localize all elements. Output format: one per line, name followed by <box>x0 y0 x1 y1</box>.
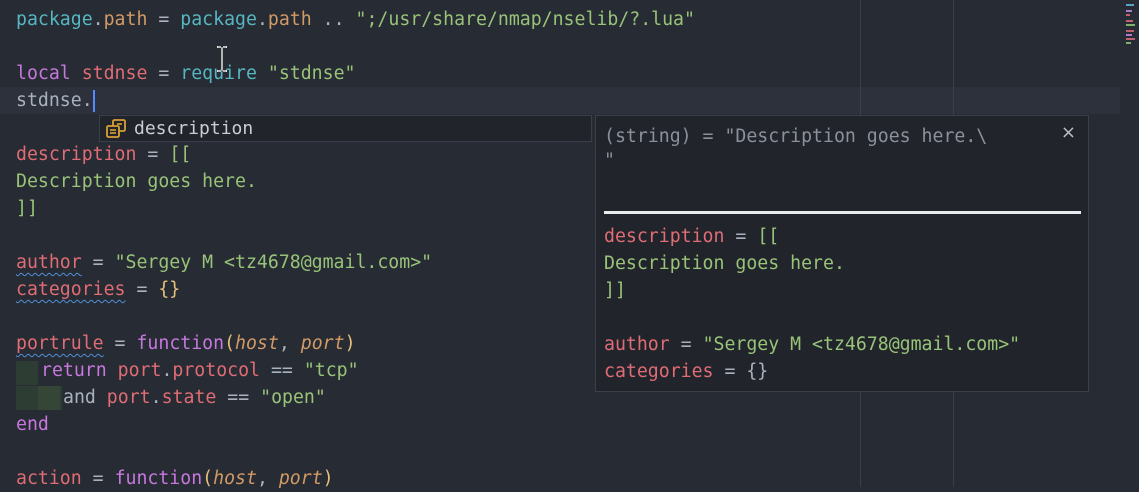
token: . <box>150 387 162 408</box>
token: port <box>106 360 162 381</box>
token: == <box>216 387 261 408</box>
token: . <box>256 9 268 30</box>
token: .. <box>311 9 356 30</box>
token: = <box>103 333 137 354</box>
token: [[ <box>169 144 192 165</box>
token: {} <box>746 361 769 382</box>
token: . <box>161 360 173 381</box>
token: ]] <box>16 198 38 219</box>
token: host <box>235 333 279 354</box>
token: stdnse <box>16 90 82 111</box>
token: "tcp" <box>303 360 359 381</box>
token: package <box>180 9 257 30</box>
doc-signature: (string) = "Description goes here.\ <box>604 126 988 147</box>
token: [[ <box>757 226 780 247</box>
token: = <box>669 334 703 355</box>
token: protocol <box>172 360 261 381</box>
token: description <box>604 226 725 247</box>
token: ) <box>322 468 334 489</box>
token: stdnse <box>70 63 159 84</box>
token: ";/usr/share/nmap/nselib/?.lua" <box>355 9 695 30</box>
token: function <box>136 333 225 354</box>
token: categories <box>604 361 714 382</box>
doc-line: Description goes here. <box>604 253 845 274</box>
token: = <box>724 226 758 247</box>
code-line[interactable]: action = function(host, port) <box>16 465 334 492</box>
token: path <box>103 9 148 30</box>
token: and <box>63 387 96 408</box>
token: , <box>278 333 301 354</box>
divider <box>604 211 1081 214</box>
indent-marker <box>38 386 60 410</box>
token: "stdnse" <box>267 63 356 84</box>
code-line[interactable]: author = "Sergey M <tz4678@gmail.com>" <box>16 249 432 276</box>
token: package <box>16 9 93 30</box>
code-line[interactable]: description = [[ <box>16 141 191 168</box>
token: Description goes here. <box>16 171 257 192</box>
token: "open" <box>260 387 326 408</box>
token: ) <box>344 333 356 354</box>
autocomplete-label: description <box>134 118 254 139</box>
token: "Sergey M <tz4678@gmail.com>" <box>702 334 1021 355</box>
token: path <box>267 9 312 30</box>
token: port <box>95 387 151 408</box>
code-line[interactable]: ]] <box>16 195 38 222</box>
documentation-popup: (string) = "Description goes here.\ " × … <box>595 115 1089 392</box>
token: port <box>278 468 323 489</box>
token: action <box>16 468 82 489</box>
autocomplete-item[interactable]: description <box>99 115 592 142</box>
token: = <box>147 9 181 30</box>
token: "Sergey M <tz4678@gmail.com>" <box>114 252 433 273</box>
code-line[interactable]: return port.protocol == "tcp" <box>41 357 359 384</box>
code-line[interactable]: Description goes here. <box>16 168 257 195</box>
current-line-highlight <box>0 87 1120 114</box>
doc-line: description = [[ <box>604 223 779 250</box>
doc-line: author = "Sergey M <tz4678@gmail.com>" <box>604 331 1020 358</box>
token: . <box>92 9 104 30</box>
token: = <box>158 63 181 84</box>
token: function <box>114 468 203 489</box>
code-line[interactable]: portrule = function(host, port) <box>16 330 356 357</box>
code-line[interactable]: package.path = package.path .. ";/usr/sh… <box>16 6 695 33</box>
token: author <box>16 252 82 273</box>
token: end <box>16 414 49 435</box>
token: return <box>41 360 107 381</box>
token: description <box>16 144 137 165</box>
doc-signature: " <box>604 150 615 171</box>
code-line[interactable]: end <box>16 411 49 438</box>
code-line[interactable]: stdnse. <box>16 87 95 114</box>
code-line[interactable]: categories = {} <box>16 276 180 303</box>
minimap[interactable] <box>1126 2 1138 46</box>
token: . <box>81 90 93 111</box>
token: = <box>713 361 747 382</box>
code-line[interactable]: and port.state == "open" <box>63 384 326 411</box>
text-cursor <box>92 90 95 112</box>
token: host <box>213 468 257 489</box>
token: author <box>604 334 670 355</box>
indent-marker <box>16 361 38 385</box>
token: portrule <box>16 333 104 354</box>
token: = <box>136 144 170 165</box>
token: {} <box>158 279 181 300</box>
code-line[interactable]: local stdnse = require "stdnse" <box>16 60 355 87</box>
token: ( <box>202 468 214 489</box>
token: ( <box>224 333 236 354</box>
token: categories <box>16 279 126 300</box>
token: = <box>81 252 115 273</box>
token: = <box>125 279 159 300</box>
doc-line: ]] <box>604 280 626 301</box>
field-icon <box>106 118 126 138</box>
token: == <box>260 360 304 381</box>
token: , <box>256 468 279 489</box>
token: = <box>81 468 115 489</box>
token: state <box>161 387 217 408</box>
doc-line: categories = {} <box>604 358 768 385</box>
close-icon[interactable]: × <box>1061 122 1076 143</box>
token: port <box>300 333 345 354</box>
token: local <box>16 63 71 84</box>
ibeam-cursor-icon <box>217 46 227 72</box>
